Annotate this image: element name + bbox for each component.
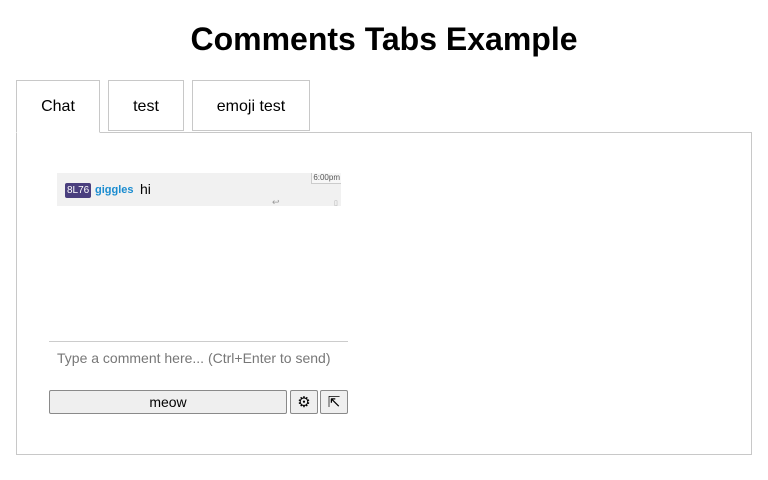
comment-item: 8L76 giggles hi 6:00pm ↩ ▯ <box>57 173 341 207</box>
user-badge[interactable]: 8L76 <box>65 183 92 198</box>
tab-test[interactable]: test <box>108 80 184 131</box>
page-title: Comments Tabs Example <box>190 21 578 57</box>
options-icon[interactable]: ▯ <box>334 200 338 207</box>
comment-input[interactable] <box>49 345 348 371</box>
comment-username[interactable]: giggles <box>95 183 134 198</box>
send-button[interactable]: meow <box>49 390 287 414</box>
tab-chat[interactable]: Chat <box>16 80 100 133</box>
composer-divider <box>49 341 348 342</box>
gear-icon[interactable]: ⚙ <box>290 390 318 414</box>
popout-icon[interactable]: ⇱ <box>320 390 348 414</box>
comment-timestamp: 6:00pm <box>311 173 341 184</box>
tab-emoji-test[interactable]: emoji test <box>192 80 310 131</box>
reply-icon[interactable]: ↩ <box>272 198 280 207</box>
comment-text: hi <box>140 181 151 197</box>
